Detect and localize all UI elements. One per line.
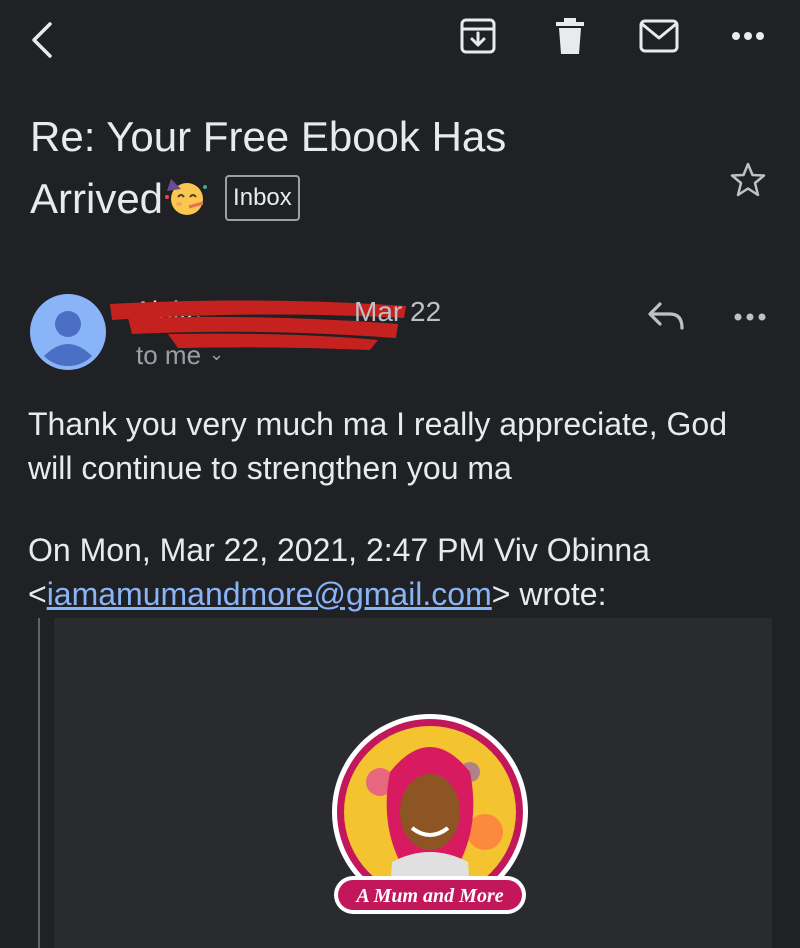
sender-avatar[interactable] xyxy=(30,294,106,370)
message-more-button[interactable] xyxy=(730,306,770,328)
chevron-down-icon: ⌄ xyxy=(209,344,225,364)
quote-sender-line: <iamamumandmore@gmail.com> wrote: xyxy=(28,572,778,616)
quote-wrote: > wrote: xyxy=(491,576,607,612)
reply-button[interactable] xyxy=(646,300,686,334)
subject-line-2: Arrived Inbox xyxy=(30,168,690,230)
more-options-button[interactable] xyxy=(728,24,768,48)
chevron-left-icon xyxy=(32,22,52,58)
message-body: Thank you very much ma I really apprecia… xyxy=(28,406,727,486)
recipients-label: to me xyxy=(136,340,202,370)
email-subject: Re: Your Free Ebook Has Arrived Inbox xyxy=(30,106,690,230)
quote-attribution: On Mon, Mar 22, 2021, 2:47 PM Viv Obinna… xyxy=(28,528,778,616)
quote-intro: On Mon, Mar 22, 2021, 2:47 PM Viv Obinna xyxy=(28,532,650,568)
sender-email-link[interactable]: iamamumandmore@gmail.com xyxy=(47,576,492,612)
inbox-label-badge[interactable]: Inbox xyxy=(225,175,300,221)
quote-lt: < xyxy=(28,576,47,612)
mum-and-more-logo-image: A Mum and More xyxy=(332,714,528,914)
mark-unread-button[interactable] xyxy=(638,18,680,54)
subject-word: Arrived xyxy=(30,175,164,222)
star-outline-icon xyxy=(730,162,766,197)
delete-button[interactable] xyxy=(550,16,590,56)
reply-icon xyxy=(648,302,684,330)
person-avatar-icon xyxy=(30,294,106,370)
more-horizontal-icon xyxy=(732,32,764,40)
message-date: Mar 22 xyxy=(354,296,442,327)
archive-icon xyxy=(460,18,496,54)
brand-logo: A Mum and More xyxy=(320,712,540,928)
recipients-toggle[interactable]: to me ⌄ xyxy=(136,340,224,371)
archive-button[interactable] xyxy=(458,16,498,56)
partying-face-emoji-icon xyxy=(165,179,208,215)
more-horizontal-icon xyxy=(734,313,766,321)
quote-divider xyxy=(38,618,40,948)
trash-icon xyxy=(556,18,584,54)
logo-text: A Mum and More xyxy=(354,885,503,907)
back-button[interactable] xyxy=(24,18,64,62)
subject-line-1: Re: Your Free Ebook Has xyxy=(30,113,507,160)
mail-icon xyxy=(639,19,679,53)
star-button[interactable] xyxy=(728,160,768,200)
